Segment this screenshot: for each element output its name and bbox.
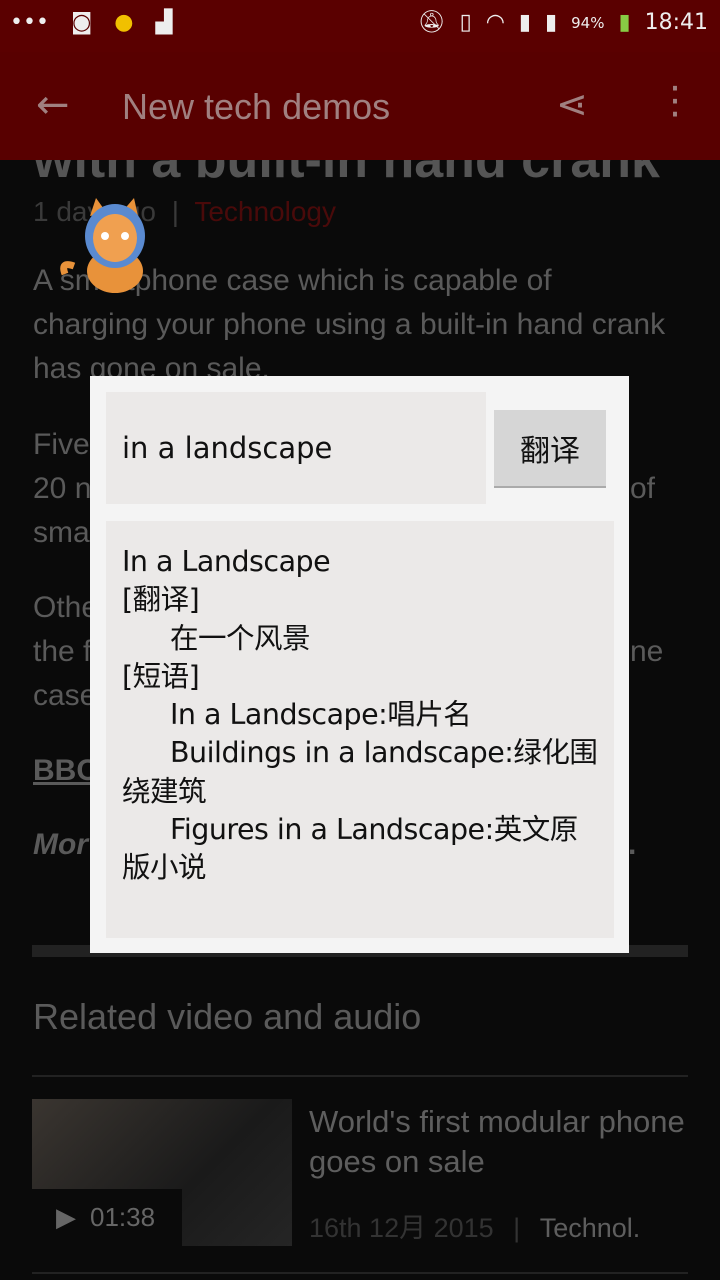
video-date: 16th 12月 2015 <box>309 1213 494 1243</box>
cat-mascot-icon[interactable] <box>60 196 160 296</box>
fragment-the-f: the f <box>33 635 92 668</box>
fragment-five: Five <box>33 428 90 461</box>
toolbar-title: New tech demos <box>122 86 391 127</box>
video-duration: 01:38 <box>90 1202 156 1232</box>
translate-dialog: 翻译 In a Landscape[翻译]在一个风景[短语]In a Lands… <box>90 376 629 953</box>
fragment-twenty: 20 n <box>33 472 92 505</box>
phrases-label: [短语] <box>122 659 200 693</box>
sim1-icon: ▮ <box>518 10 532 35</box>
divider <box>32 1075 688 1077</box>
translation-text: 在一个风景 <box>170 621 311 655</box>
status-bar: ••• ◙ ● ▟ 🔕︎ ▯ ◠ ▮ ▮ 94% ▮ 18:41 <box>0 0 720 52</box>
chat-bubble-icon: ● <box>114 10 134 35</box>
phrase-item: In a Landscape:唱片名 <box>170 698 472 732</box>
fragment-more[interactable]: Mor <box>33 828 88 862</box>
fragment-sma: sma <box>33 516 90 549</box>
video-category[interactable]: Technol. <box>540 1213 641 1243</box>
fragment-bbc-link[interactable]: BBC <box>33 754 98 788</box>
video-meta: 16th 12月 2015 | Technol. <box>309 1206 640 1245</box>
translation-result: In a Landscape [翻译] 在一个风景 [短语] In a Landscap… <box>106 521 614 938</box>
phrase-item: Buildings in a landscape:绿化围绕建筑 <box>122 736 598 808</box>
fragment-of: of <box>630 472 656 505</box>
fragment-ne: ne <box>630 635 664 668</box>
separator: | <box>171 196 180 227</box>
translate-input[interactable] <box>106 392 486 504</box>
mute-bell-icon: 🔕︎ <box>417 10 446 35</box>
separator: | <box>513 1213 521 1243</box>
fragment-case: case <box>33 679 97 712</box>
fragment-dot: . <box>628 828 637 861</box>
play-icon: ▶ <box>56 1202 76 1232</box>
arrow-back-icon[interactable]: ← <box>36 82 70 128</box>
wifi-icon: ◠ <box>485 10 505 35</box>
clock: 18:41 <box>644 10 708 35</box>
video-title[interactable]: World's first modular phone goes on sale <box>309 1102 689 1182</box>
more-dots-icon: ••• <box>10 10 49 35</box>
android-icon: ▟ <box>155 10 173 35</box>
article-category[interactable]: Technology <box>194 196 336 227</box>
result-word: In a Landscape <box>122 545 331 578</box>
translation-label: [翻译] <box>122 583 200 617</box>
more-vert-icon[interactable]: ⋮ <box>656 78 694 122</box>
video-duration-badge[interactable]: ▶ 01:38 <box>32 1189 182 1246</box>
related-heading: Related video and audio <box>33 996 422 1037</box>
divider <box>32 1272 688 1274</box>
toolbar: ← New tech demos ⋖ ⋮ <box>0 52 720 160</box>
sim2-icon: ▮ <box>545 10 558 35</box>
battery-charging-icon: ▮ <box>618 10 631 35</box>
vibrate-icon: ▯ <box>459 10 472 35</box>
translate-button[interactable]: 翻译 <box>494 410 606 488</box>
phrase-item: Figures in a Landscape:英文原版小说 <box>122 813 578 885</box>
fragment-othe: Othe <box>33 591 99 624</box>
share-icon[interactable]: ⋖ <box>556 82 588 126</box>
battery-percent: 94% <box>571 13 605 32</box>
screenshot-icon: ◙ <box>70 10 93 35</box>
